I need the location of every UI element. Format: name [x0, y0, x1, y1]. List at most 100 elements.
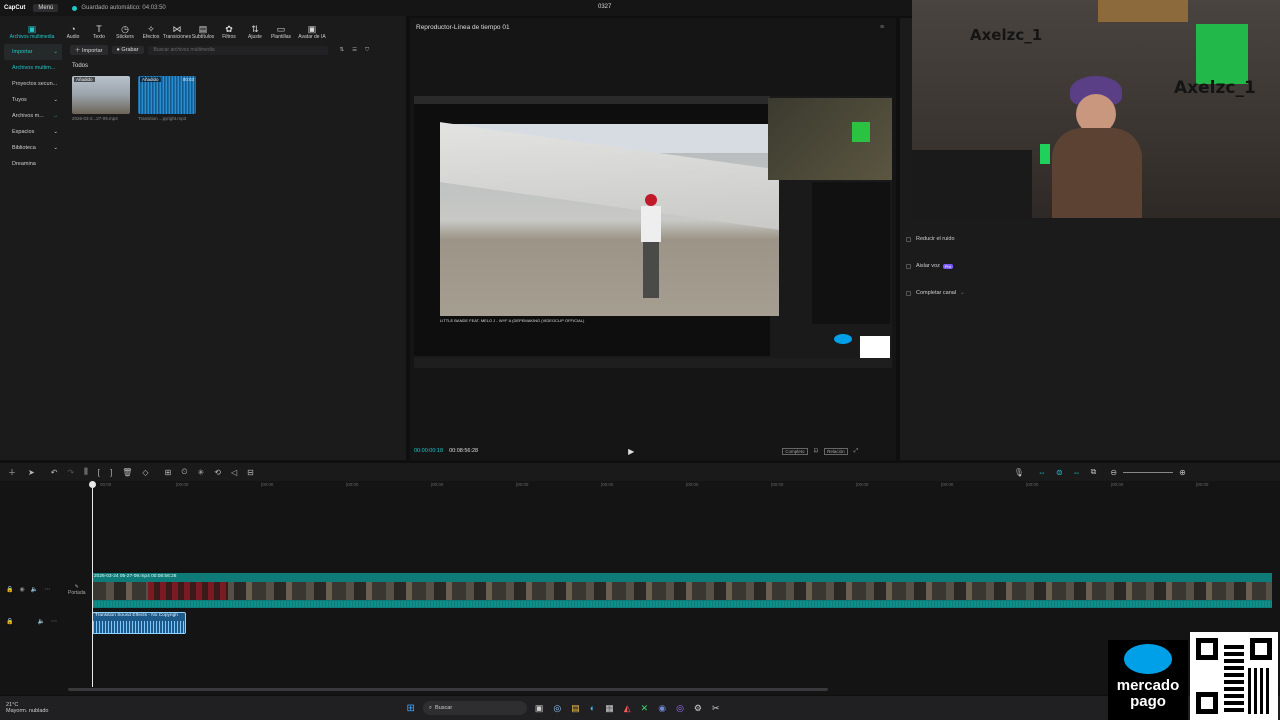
add-track-icon[interactable]: ＋ — [8, 467, 16, 478]
menu-button[interactable]: Menú — [33, 4, 59, 12]
mic-icon[interactable]: 🎙 — [1014, 468, 1024, 477]
split-right-icon[interactable]: ] — [110, 468, 112, 477]
nav-media-files[interactable]: Archivos multim... — [4, 60, 62, 76]
subtitles-icon: ▤ — [198, 24, 208, 34]
timeline-ruler[interactable]: 00:00 |00:00 |00:00 |00:00 |00:00 |00:00… — [92, 481, 1280, 491]
nav-secondary-projects[interactable]: Proyectos secun... — [4, 76, 62, 92]
media-thumb-video[interactable]: Añadido — [72, 76, 130, 114]
undo-icon[interactable]: ↶ — [51, 468, 58, 477]
marker-icon[interactable]: ◇ — [142, 468, 148, 477]
settings-icon[interactable]: ⚙ — [694, 703, 702, 714]
tool-filters[interactable]: ✿ Filtros — [216, 24, 242, 40]
webcam-channel-name-small: Axelzc_1 — [970, 26, 1043, 44]
ruler-tick: |00:00 — [346, 482, 359, 487]
zoom-slider[interactable] — [1123, 471, 1174, 473]
tool-subtitles[interactable]: ▤ Subtítulos — [190, 24, 216, 40]
preview-axis-icon[interactable]: ⧉ — [1091, 467, 1097, 477]
nav-spaces[interactable]: Espacios ⌄ — [4, 124, 62, 140]
capcut-icon[interactable]: ✂ — [712, 703, 720, 714]
zoom-out-icon[interactable]: ⊖ — [1110, 468, 1117, 477]
tool-transitions[interactable]: ⋈ Transiciones — [163, 24, 191, 40]
tool-audio[interactable]: ◔ Audio — [60, 24, 86, 40]
sort-icon[interactable]: ⇅ — [340, 47, 345, 53]
video-clip[interactable]: 2026-03-24 05-27-09.mp4 00:08:56:28 — [92, 573, 1272, 608]
tool-media[interactable]: ▣ Archivos multimedia — [4, 24, 60, 40]
split-left-icon[interactable]: [ — [98, 468, 100, 477]
resize-icon[interactable]: ⊟ — [247, 468, 254, 477]
taskbar-search[interactable]: ⌕ Buscar — [422, 701, 527, 715]
link-icon[interactable]: ⇔ — [1038, 468, 1046, 477]
speed-icon[interactable]: ⏲ — [181, 467, 187, 477]
view-icon[interactable]: ☰ — [352, 47, 357, 53]
fit-icon[interactable]: ⊡ — [814, 448, 819, 454]
record-button[interactable]: ● Grabar — [111, 46, 144, 54]
media-thumb-audio[interactable]: Añadido 00:03 — [138, 76, 196, 114]
cover-button[interactable]: ✎ Portada — [68, 584, 86, 596]
lock-icon[interactable]: 🔒 — [6, 586, 13, 593]
tool-adjust[interactable]: ⇅ Ajuste — [242, 24, 268, 40]
checkbox-icon[interactable] — [906, 290, 911, 296]
redo-icon[interactable]: ↷ — [67, 468, 74, 477]
explorer-icon[interactable]: ▤ — [571, 703, 580, 714]
preview-sidebar-list — [812, 182, 890, 324]
speaker-icon[interactable]: 🔈 — [37, 618, 44, 625]
filter-icon[interactable]: ⛉ — [365, 47, 369, 54]
xbox-icon[interactable]: ✕ — [641, 703, 649, 714]
preview-person-pants — [643, 242, 659, 298]
more-icon[interactable]: ⋯ — [44, 586, 50, 593]
weather-widget[interactable]: 21°C Mayorm. nublado — [6, 702, 49, 714]
import-button[interactable]: ＋ Importar — [70, 45, 108, 55]
delete-icon[interactable]: 🗑 — [122, 468, 132, 477]
eye-icon[interactable]: ◉ — [19, 586, 24, 593]
fullscreen-icon[interactable]: ⤢ — [854, 448, 858, 455]
menu-icon[interactable]: ≡ — [880, 24, 884, 31]
crop-icon[interactable]: ⊞ — [165, 468, 172, 477]
playhead-handle[interactable] — [89, 481, 96, 488]
option-noise-reduction[interactable]: Reducir el ruido — [906, 236, 955, 242]
option-complete-channel[interactable]: Completar canal ⌄ — [906, 290, 965, 296]
checkbox-icon[interactable] — [906, 236, 911, 242]
ruler-tick: |00:00 — [516, 482, 529, 487]
tool-ai-avatar[interactable]: ▣ Avatar de IA — [294, 24, 330, 40]
store-icon[interactable]: ▦ — [605, 703, 614, 714]
obs-icon[interactable]: ◎ — [676, 703, 684, 714]
nav-import[interactable]: Importar ⌄ — [4, 44, 62, 60]
mirror-icon[interactable]: ⟲ — [214, 468, 221, 477]
nav-files-m[interactable]: Archivos m... → — [4, 108, 62, 124]
media-duration: 00:03 — [182, 77, 194, 82]
ratio-button[interactable]: Relación — [824, 447, 848, 455]
zoom-in-icon[interactable]: ⊕ — [1179, 468, 1186, 477]
freeze-icon[interactable]: ✳ — [198, 468, 205, 477]
tool-templates[interactable]: ▭ Plantillas — [268, 24, 294, 40]
timeline-scrollbar[interactable] — [68, 688, 828, 691]
option-isolate-voice[interactable]: Aislar voz Pro — [906, 263, 954, 269]
chrome-icon[interactable]: ◎ — [553, 703, 561, 714]
tool-text[interactable]: T Texto — [86, 24, 112, 40]
playhead[interactable] — [92, 482, 93, 687]
brave-icon[interactable]: ◭ — [624, 703, 631, 714]
edge-icon[interactable]: ◐ — [590, 703, 595, 713]
discord-icon[interactable]: ◉ — [658, 703, 666, 714]
audio-clip[interactable]: Transition Sound Effects - No Copyrigh — [92, 612, 186, 634]
nav-dreamina[interactable]: Dreamina — [4, 156, 62, 172]
more-icon[interactable]: ⋯ — [51, 618, 57, 625]
lock-icon[interactable]: 🔒 — [6, 618, 13, 625]
magnet-icon[interactable]: ⊜ — [1056, 468, 1063, 477]
tool-effects[interactable]: ✧ Efectos — [138, 24, 164, 40]
split-icon[interactable]: ⫼ — [84, 467, 88, 477]
webcam-shelf — [1098, 0, 1188, 22]
full-button[interactable]: Completo — [782, 447, 808, 455]
play-icon[interactable]: ▶ — [628, 447, 634, 456]
tool-stickers[interactable]: ◷ Stickers — [112, 24, 138, 40]
nav-yours[interactable]: Tuyos ⌄ — [4, 92, 62, 108]
preview-video-title: LITTLE BANDE FEAT. MELO J - WYF A (DEPEM… — [440, 318, 585, 323]
media-search-input[interactable]: Buscar archivos multimedia — [147, 45, 328, 55]
windows-start-icon[interactable]: ⊞ — [407, 703, 415, 714]
nav-library[interactable]: Biblioteca ⌄ — [4, 140, 62, 156]
speaker-icon[interactable]: 🔈 — [31, 586, 38, 593]
reverse-icon[interactable]: ◁ — [231, 468, 237, 477]
snap-icon[interactable]: ⇔ — [1073, 468, 1081, 477]
task-view-icon[interactable]: ▣ — [535, 703, 544, 714]
checkbox-icon[interactable] — [906, 263, 911, 269]
select-tool-icon[interactable]: ➤ — [28, 468, 35, 477]
